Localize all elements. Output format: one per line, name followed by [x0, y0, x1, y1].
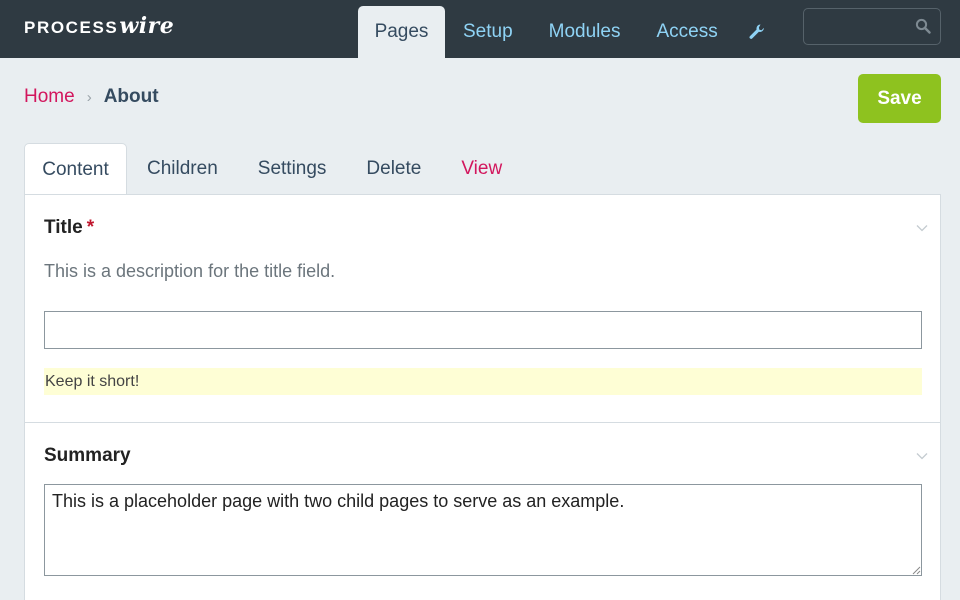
- nav-setup[interactable]: Setup: [445, 6, 531, 58]
- title-field: Title * This is a description for the tit…: [25, 195, 940, 423]
- breadcrumb-separator: ›: [86, 88, 92, 106]
- title-field-description: This is a description for the title fiel…: [44, 261, 336, 281]
- collapse-chevron-icon[interactable]: [916, 452, 928, 460]
- top-bar: PROCESS wire Pages Setup Modules Access: [0, 0, 960, 58]
- nav-access[interactable]: Access: [638, 6, 735, 58]
- title-input[interactable]: [44, 311, 922, 349]
- summary-field: Summary This is a placeholder page with …: [25, 423, 940, 600]
- logo-text-process: PROCESS: [24, 18, 119, 37]
- collapse-chevron-icon[interactable]: [916, 224, 928, 232]
- save-button[interactable]: Save: [858, 74, 941, 123]
- search-icon[interactable]: [915, 18, 931, 34]
- page-title: About: [103, 86, 159, 107]
- title-label-text: Title: [44, 217, 83, 238]
- main-nav: Pages Setup Modules Access: [358, 6, 778, 58]
- tab-content[interactable]: Content: [24, 143, 127, 195]
- tab-children[interactable]: Children: [127, 143, 238, 195]
- summary-field-label[interactable]: Summary: [44, 445, 131, 467]
- breadcrumb-home-link[interactable]: Home: [24, 86, 75, 108]
- summary-textarea[interactable]: This is a placeholder page with two chil…: [44, 484, 922, 576]
- title-field-notes: Keep it short!: [44, 368, 922, 395]
- resize-handle-icon[interactable]: [911, 565, 921, 575]
- nav-tools[interactable]: [736, 6, 778, 58]
- tab-delete[interactable]: Delete: [346, 143, 441, 195]
- content-panel: Title * This is a description for the tit…: [24, 194, 941, 600]
- breadcrumb: Home › About: [24, 86, 159, 108]
- title-field-label[interactable]: Title *: [44, 217, 94, 239]
- nav-pages[interactable]: Pages: [358, 6, 445, 58]
- tab-view[interactable]: View: [441, 143, 522, 195]
- nav-modules[interactable]: Modules: [531, 6, 639, 58]
- search-box[interactable]: [803, 8, 941, 45]
- wrench-icon: [749, 24, 764, 39]
- logo-text-wire: wire: [119, 13, 175, 39]
- processwire-logo[interactable]: PROCESS wire: [24, 13, 174, 41]
- required-marker: *: [86, 217, 95, 238]
- tab-settings[interactable]: Settings: [238, 143, 347, 195]
- search-input[interactable]: [804, 9, 912, 44]
- page-edit-tabs: Content Children Settings Delete View: [24, 143, 522, 195]
